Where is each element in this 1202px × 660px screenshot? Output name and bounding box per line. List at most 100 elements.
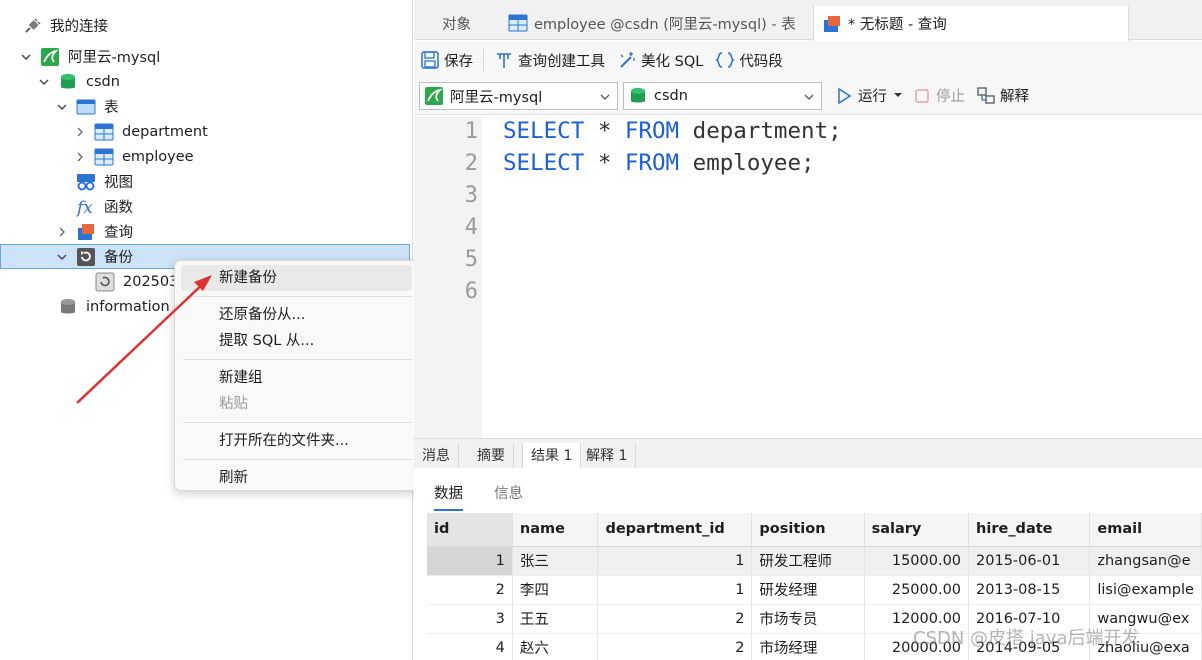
cell-position[interactable]: 市场经理 <box>751 633 865 660</box>
tree-connection-aliyun[interactable]: 阿里云-mysql <box>20 44 160 69</box>
subtab-data[interactable]: 数据 <box>434 482 463 511</box>
run-dropdown-icon[interactable] <box>893 88 903 104</box>
sql-editor[interactable]: 1 2 3 4 5 6 SELECT * FROM department; SE… <box>414 116 1202 438</box>
play-icon <box>834 86 854 106</box>
cell-position[interactable]: 研发工程师 <box>751 546 865 576</box>
cell-id[interactable]: 3 <box>427 604 513 634</box>
menu-paste: 粘贴 <box>219 396 248 412</box>
tab-summary[interactable]: 摘要 <box>469 443 514 469</box>
cell-name[interactable]: 王五 <box>512 604 599 634</box>
cell-department-id[interactable]: 1 <box>597 575 753 605</box>
tab-messages[interactable]: 消息 <box>414 443 459 469</box>
table-row[interactable]: 1 张三 1 研发工程师 15000.00 2015-06-01 zhangsa… <box>427 546 1202 576</box>
tree-queries[interactable]: 查询 <box>56 219 133 244</box>
cell-position[interactable]: 研发经理 <box>751 575 865 605</box>
tab-explain-1[interactable]: 解释 1 <box>578 443 637 469</box>
tree-views[interactable]: 视图 <box>76 169 133 194</box>
menu-refresh[interactable]: 刷新 <box>181 465 412 491</box>
menu-separator <box>183 422 412 423</box>
table-icon <box>94 147 114 167</box>
beautify-sql-button[interactable]: 美化 SQL <box>617 50 703 71</box>
tree-db-csdn[interactable]: csdn <box>38 69 120 94</box>
explain-button[interactable]: 解释 <box>976 85 1029 106</box>
chevron-right-icon[interactable] <box>74 151 86 163</box>
connection-select[interactable]: 阿里云-mysql <box>419 82 618 110</box>
tree-table-department[interactable]: department <box>74 119 208 144</box>
sql-text: * <box>584 118 625 144</box>
tables-label: 表 <box>104 100 119 116</box>
column-header-email[interactable]: email <box>1089 513 1202 547</box>
cell-name[interactable]: 张三 <box>512 546 599 576</box>
backup-context-menu: 新建备份 还原备份从... 提取 SQL 从... 新建组 粘贴 打开所在的文件… <box>174 260 419 491</box>
stop-label: 停止 <box>936 89 965 105</box>
function-fx-icon: fx <box>76 197 96 217</box>
cell-hire-date[interactable]: 2013-08-15 <box>968 575 1091 605</box>
tree-table-employee[interactable]: employee <box>74 144 194 169</box>
cell-salary[interactable]: 15000.00 <box>864 546 970 576</box>
database-select[interactable]: csdn <box>623 82 822 110</box>
cell-department-id[interactable]: 2 <box>597 633 753 660</box>
chevron-down-icon[interactable] <box>20 51 32 63</box>
line-number-gutter: 1 2 3 4 5 6 <box>414 116 482 438</box>
run-button[interactable]: 运行 <box>834 85 903 106</box>
grid-header-row: id name department_id position salary hi… <box>427 513 1202 547</box>
menu-new-backup[interactable]: 新建备份 <box>181 265 412 291</box>
mysql-connection-icon <box>40 47 60 67</box>
cell-id[interactable]: 1 <box>427 546 513 576</box>
column-header-salary[interactable]: salary <box>864 513 970 547</box>
subtab-info[interactable]: 信息 <box>494 482 523 509</box>
column-header-name[interactable]: name <box>512 513 599 547</box>
table-row[interactable]: 2 李四 1 研发经理 25000.00 2013-08-15 lisi@exa… <box>427 575 1202 605</box>
cell-hire-date[interactable]: 2015-06-01 <box>968 546 1091 576</box>
tree-db-information[interactable]: information <box>58 294 170 319</box>
tab-result-1[interactable]: 结果 1 <box>522 443 582 469</box>
query-builder-button[interactable]: 查询创建工具 <box>494 50 605 71</box>
backup-file-icon <box>95 272 115 292</box>
menu-open-folder[interactable]: 打开所在的文件夹... <box>181 428 412 454</box>
menu-extract-sql[interactable]: 提取 SQL 从... <box>181 328 412 354</box>
chevron-down-icon[interactable] <box>38 76 50 88</box>
database-icon <box>58 297 78 317</box>
sql-text: employee; <box>679 150 815 176</box>
cell-id[interactable]: 2 <box>427 575 513 605</box>
cell-id[interactable]: 4 <box>427 633 513 660</box>
tab-objects[interactable]: 对象 <box>434 6 479 40</box>
menu-new-group[interactable]: 新建组 <box>181 365 412 391</box>
tree-tables[interactable]: 表 <box>56 94 119 119</box>
tree-functions[interactable]: fx 函数 <box>76 194 133 219</box>
stop-button: 停止 <box>912 85 965 106</box>
chevron-down-icon[interactable] <box>56 251 68 263</box>
tab-employee-table[interactable]: employee @csdn (阿里云-mysql) - 表 <box>500 6 804 40</box>
table-icon <box>508 13 528 33</box>
save-label: 保存 <box>444 53 473 70</box>
chevron-right-icon[interactable] <box>56 226 68 238</box>
cell-email[interactable]: lisi@example <box>1089 575 1202 605</box>
tab-untitled-query[interactable]: * 无标题 - 查询 <box>813 6 1129 41</box>
column-header-hire-date[interactable]: hire_date <box>968 513 1091 547</box>
column-header-position[interactable]: position <box>751 513 865 547</box>
tree-backup-item[interactable]: 202503 <box>95 269 178 294</box>
chevron-right-icon[interactable] <box>74 126 86 138</box>
result-sub-tabs: 数据 信息 <box>414 468 1202 512</box>
cell-name[interactable]: 赵六 <box>512 633 599 660</box>
code-snippet-button[interactable]: 代码段 <box>715 50 783 71</box>
tables-folder-icon <box>76 97 96 117</box>
column-header-id[interactable]: id <box>427 513 513 547</box>
cell-email[interactable]: zhangsan@e <box>1089 546 1202 576</box>
query-icon <box>822 14 842 34</box>
code-line-2: SELECT * FROM employee; <box>503 150 815 176</box>
cell-department-id[interactable]: 2 <box>597 604 753 634</box>
backups-label: 备份 <box>104 250 133 266</box>
my-connections-header[interactable]: 我的连接 <box>22 13 108 38</box>
line-number: 5 <box>464 247 478 272</box>
cell-salary[interactable]: 25000.00 <box>864 575 970 605</box>
menu-restore-backup[interactable]: 还原备份从... <box>181 302 412 328</box>
chevron-down-icon[interactable] <box>56 101 68 113</box>
magic-wand-icon <box>617 50 637 70</box>
cell-position[interactable]: 市场专员 <box>751 604 865 634</box>
database-icon <box>58 72 78 92</box>
cell-name[interactable]: 李四 <box>512 575 599 605</box>
cell-department-id[interactable]: 1 <box>597 546 753 576</box>
save-button[interactable]: 保存 <box>420 50 473 71</box>
column-header-department-id[interactable]: department_id <box>597 513 753 547</box>
